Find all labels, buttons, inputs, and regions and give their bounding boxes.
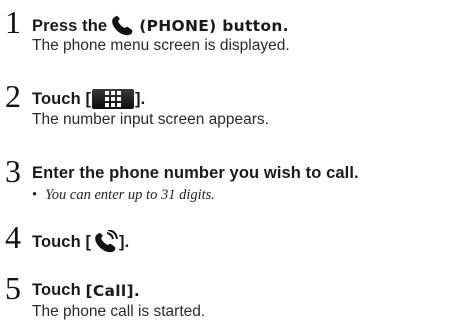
instruction-text: Touch [ (32, 232, 92, 251)
step-instruction: Touch [Call]. (32, 281, 140, 300)
step-description: The number input screen appears. (32, 111, 269, 128)
phone-handset-icon (110, 15, 136, 37)
instruction-text: Touch (32, 281, 86, 299)
step-instruction: Touch [ ]. (32, 89, 145, 109)
step-instruction: Touch [ ]. (32, 230, 129, 254)
step-number: 3 (5, 153, 21, 189)
step-number: 4 (5, 219, 21, 255)
note-text: You can enter up to 31 digits. (45, 187, 215, 203)
step-description: The phone call is started. (32, 303, 206, 320)
bullet-icon: • (32, 187, 38, 203)
step-description: The phone menu screen is displayed. (32, 37, 290, 54)
step-number: 2 (5, 78, 21, 114)
step-instruction: Enter the phone number you wish to call. (32, 164, 359, 183)
call-handset-icon (92, 230, 119, 254)
keypad-icon (92, 89, 135, 109)
instruction-text: Press the (32, 16, 108, 35)
instruction-text: Enter the phone number you wish to call. (32, 164, 359, 182)
call-button-label: [Call]. (85, 281, 141, 300)
instruction-text: ]. (135, 89, 146, 108)
instruction-text: ]. (119, 232, 130, 251)
step-instruction: Press the (PHONE) button. (32, 15, 289, 37)
step-number: 5 (5, 270, 21, 306)
step-number: 1 (5, 4, 21, 40)
instruction-text: Touch [ (32, 89, 92, 108)
instruction-text: (PHONE) button. (139, 17, 289, 35)
step-note: • You can enter up to 31 digits. (32, 187, 215, 204)
